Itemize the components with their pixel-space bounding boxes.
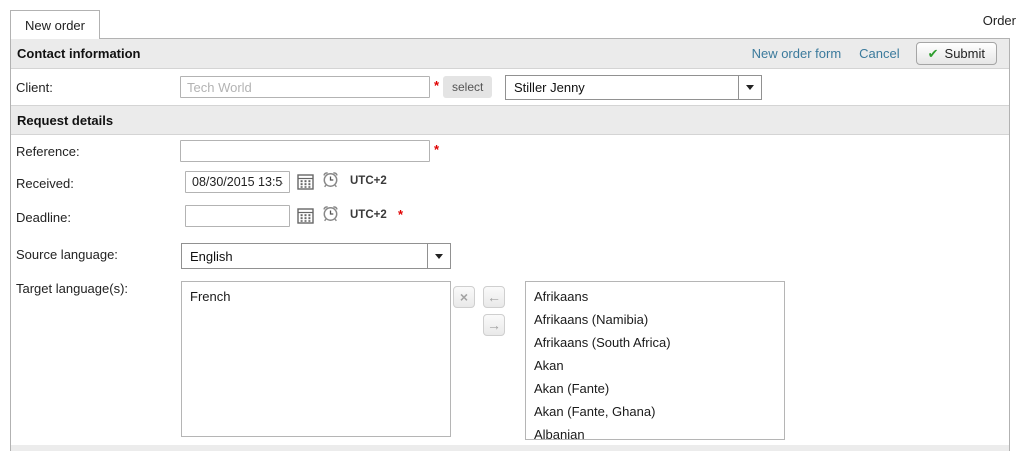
tab-label: New order <box>25 18 85 33</box>
client-select-button[interactable]: select <box>443 76 492 98</box>
received-clock-icon[interactable] <box>321 170 340 189</box>
chevron-down-icon <box>435 254 443 259</box>
list-item[interactable]: Afrikaans (South Africa) <box>526 331 784 354</box>
client-label: Client: <box>16 80 53 95</box>
deadline-required-marker: * <box>398 207 403 222</box>
contact-person-value: Stiller Jenny <box>506 76 738 99</box>
submit-button[interactable]: ✔ Submit <box>916 42 997 65</box>
source-language-value: English <box>182 244 427 268</box>
list-item[interactable]: Akan (Fante, Ghana) <box>526 400 784 423</box>
deadline-clock-icon[interactable] <box>321 204 340 223</box>
tab-new-order[interactable]: New order <box>10 10 100 39</box>
contact-person-dropdown-button[interactable] <box>738 76 761 99</box>
request-details-section-header: Request details <box>11 105 1009 135</box>
list-item[interactable]: Akan (Fante) <box>526 377 784 400</box>
list-item[interactable]: Albanian <box>526 423 784 440</box>
page-title: Order <box>983 13 1016 28</box>
reference-input[interactable] <box>180 140 430 162</box>
target-languages-selected-listbox[interactable]: French <box>181 281 451 437</box>
cancel-link[interactable]: Cancel <box>859 46 899 61</box>
deadline-timezone: UTC+2 <box>350 209 387 221</box>
source-language-label: Source language: <box>16 247 118 262</box>
check-icon: ✔ <box>928 46 939 62</box>
remove-target-language-button[interactable]: × <box>453 286 475 308</box>
deadline-calendar-icon[interactable] <box>297 207 314 224</box>
arrow-right-icon: → <box>487 317 501 333</box>
list-item[interactable]: French <box>182 285 450 308</box>
target-languages-label: Target language(s): <box>16 281 128 296</box>
close-icon: × <box>460 289 468 305</box>
new-order-page: New order Order Contact information New … <box>0 0 1027 451</box>
client-input[interactable] <box>180 76 430 98</box>
request-section-title: Request details <box>17 113 113 128</box>
move-right-button[interactable]: → <box>483 314 505 336</box>
new-order-form-link[interactable]: New order form <box>752 46 842 61</box>
received-timezone: UTC+2 <box>350 175 387 187</box>
contact-person-combobox[interactable]: Stiller Jenny <box>505 75 762 100</box>
client-required-marker: * <box>434 78 439 93</box>
list-item[interactable]: Afrikaans <box>526 285 784 308</box>
target-languages-available-listbox[interactable]: AfrikaansAfrikaans (Namibia)Afrikaans (S… <box>525 281 785 440</box>
contact-section-title: Contact information <box>17 46 141 61</box>
arrow-left-icon: ← <box>487 289 501 305</box>
received-calendar-icon[interactable] <box>297 173 314 190</box>
deadline-label: Deadline: <box>16 210 71 225</box>
received-label: Received: <box>16 176 74 191</box>
next-section-divider <box>11 445 1009 451</box>
reference-label: Reference: <box>16 144 80 159</box>
reference-required-marker: * <box>434 142 439 157</box>
deadline-datetime-input[interactable] <box>185 205 290 227</box>
chevron-down-icon <box>746 85 754 90</box>
submit-button-label: Submit <box>945 46 985 61</box>
received-datetime-input[interactable] <box>185 171 290 193</box>
contact-information-section-header: Contact information New order form Cance… <box>11 39 1009 69</box>
source-language-combobox[interactable]: English <box>181 243 451 269</box>
move-left-button[interactable]: ← <box>483 286 505 308</box>
list-item[interactable]: Afrikaans (Namibia) <box>526 308 784 331</box>
source-language-dropdown-button[interactable] <box>427 244 450 268</box>
list-item[interactable]: Akan <box>526 354 784 377</box>
